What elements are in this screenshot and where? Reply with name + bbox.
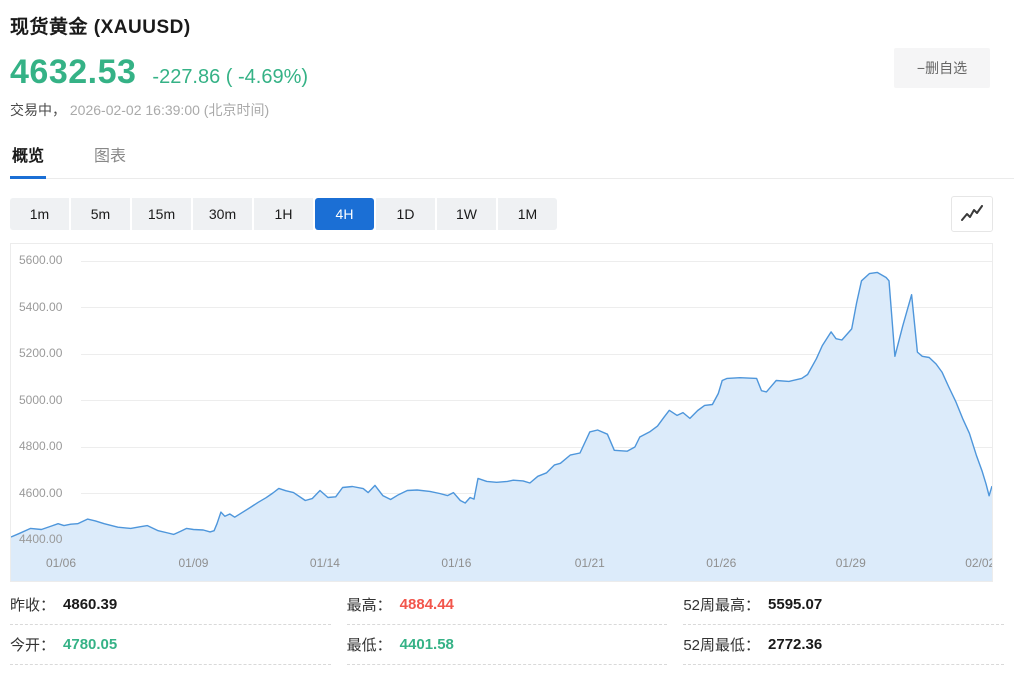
y-axis-tick: 5600.00 (19, 253, 62, 267)
timeframe-row: 1m 5m 15m 30m 1H 4H 1D 1W 1M (10, 196, 1014, 232)
y-axis-tick: 5000.00 (19, 393, 62, 407)
x-axis-tick: 01/09 (168, 556, 218, 570)
price-row: 4632.53 -227.86 ( -4.69%) (10, 53, 1014, 92)
area-series (11, 244, 992, 581)
stat-open: 今开： 4780.05 (10, 625, 331, 665)
stat-value: 4401.58 (400, 636, 454, 653)
stat-value: 5595.07 (768, 596, 822, 613)
x-axis-tick: 01/16 (431, 556, 481, 570)
x-axis-tick: 01/14 (300, 556, 350, 570)
x-axis-tick: 01/29 (826, 556, 876, 570)
timeframe-segmented-control: 1m 5m 15m 30m 1H 4H 1D 1W 1M (10, 198, 557, 230)
stat-52w-low: 52周最低： 2772.36 (683, 625, 1004, 665)
tab-bar: 概览 图表 (10, 142, 1014, 179)
stat-label: 最低： (347, 634, 392, 655)
quote-timestamp: 2026-02-02 16:39:00 (北京时间) (70, 102, 269, 118)
timeframe-1d[interactable]: 1D (376, 198, 435, 230)
instrument-title: 现货黄金 (XAUUSD) (10, 12, 1014, 39)
y-axis-tick: 5400.00 (19, 300, 62, 314)
x-axis-tick: 01/06 (36, 556, 86, 570)
stat-label: 昨收： (10, 594, 55, 615)
stat-value: 4780.05 (63, 636, 117, 653)
stats-grid: 昨收： 4860.39 最高： 4884.44 52周最高： 5595.07 今… (10, 585, 1004, 665)
stat-value: 4860.39 (63, 596, 117, 613)
line-chart-icon (960, 205, 984, 223)
timeframe-1m-month[interactable]: 1M (498, 198, 557, 230)
tab-chart-label: 图表 (94, 148, 126, 165)
timeframe-1m[interactable]: 1m (10, 198, 69, 230)
stat-value: 4884.44 (400, 596, 454, 613)
tab-active-underline (10, 176, 46, 179)
x-axis-tick: 01/21 (565, 556, 615, 570)
stat-value: 2772.36 (768, 636, 822, 653)
last-price: 4632.53 (10, 53, 136, 92)
y-axis-tick: 4400.00 (19, 532, 62, 546)
timeframe-15m[interactable]: 15m (132, 198, 191, 230)
y-axis-tick: 5200.00 (19, 346, 62, 360)
y-axis-tick: 4600.00 (19, 486, 62, 500)
x-axis-tick: 02/02 (955, 556, 993, 570)
timeframe-1h[interactable]: 1H (254, 198, 313, 230)
trading-status: 交易中， 2026-02-02 16:39:00 (北京时间) (10, 100, 1014, 120)
remove-watchlist-button[interactable]: −删自选 (894, 48, 990, 88)
quote-header: 现货黄金 (XAUUSD) 4632.53 -227.86 ( -4.69%) … (10, 12, 1014, 120)
stat-label: 52周最低： (683, 634, 760, 655)
timeframe-4h[interactable]: 4H (315, 198, 374, 230)
quote-page: 现货黄金 (XAUUSD) 4632.53 -227.86 ( -4.69%) … (0, 0, 1024, 683)
stat-prev-close: 昨收： 4860.39 (10, 585, 331, 625)
stat-52w-high: 52周最高： 5595.07 (683, 585, 1004, 625)
timeframe-1w[interactable]: 1W (437, 198, 496, 230)
stat-label: 今开： (10, 634, 55, 655)
trading-status-label: 交易中， (10, 102, 66, 118)
timeframe-5m[interactable]: 5m (71, 198, 130, 230)
tab-chart[interactable]: 图表 (92, 142, 128, 178)
stat-day-low: 最低： 4401.58 (347, 625, 668, 665)
chart-type-button[interactable] (951, 196, 993, 232)
tab-overview-label: 概览 (12, 148, 44, 165)
y-axis-tick: 4800.00 (19, 439, 62, 453)
stat-label: 52周最高： (683, 594, 760, 615)
tab-overview[interactable]: 概览 (10, 142, 46, 178)
stat-label: 最高： (347, 594, 392, 615)
timeframe-30m[interactable]: 30m (193, 198, 252, 230)
price-chart[interactable]: 5600.00 5400.00 5200.00 5000.00 4800.00 4600.… (10, 243, 993, 582)
stat-day-high: 最高： 4884.44 (347, 585, 668, 625)
price-change: -227.86 ( -4.69%) (152, 66, 308, 89)
x-axis-tick: 01/26 (696, 556, 746, 570)
